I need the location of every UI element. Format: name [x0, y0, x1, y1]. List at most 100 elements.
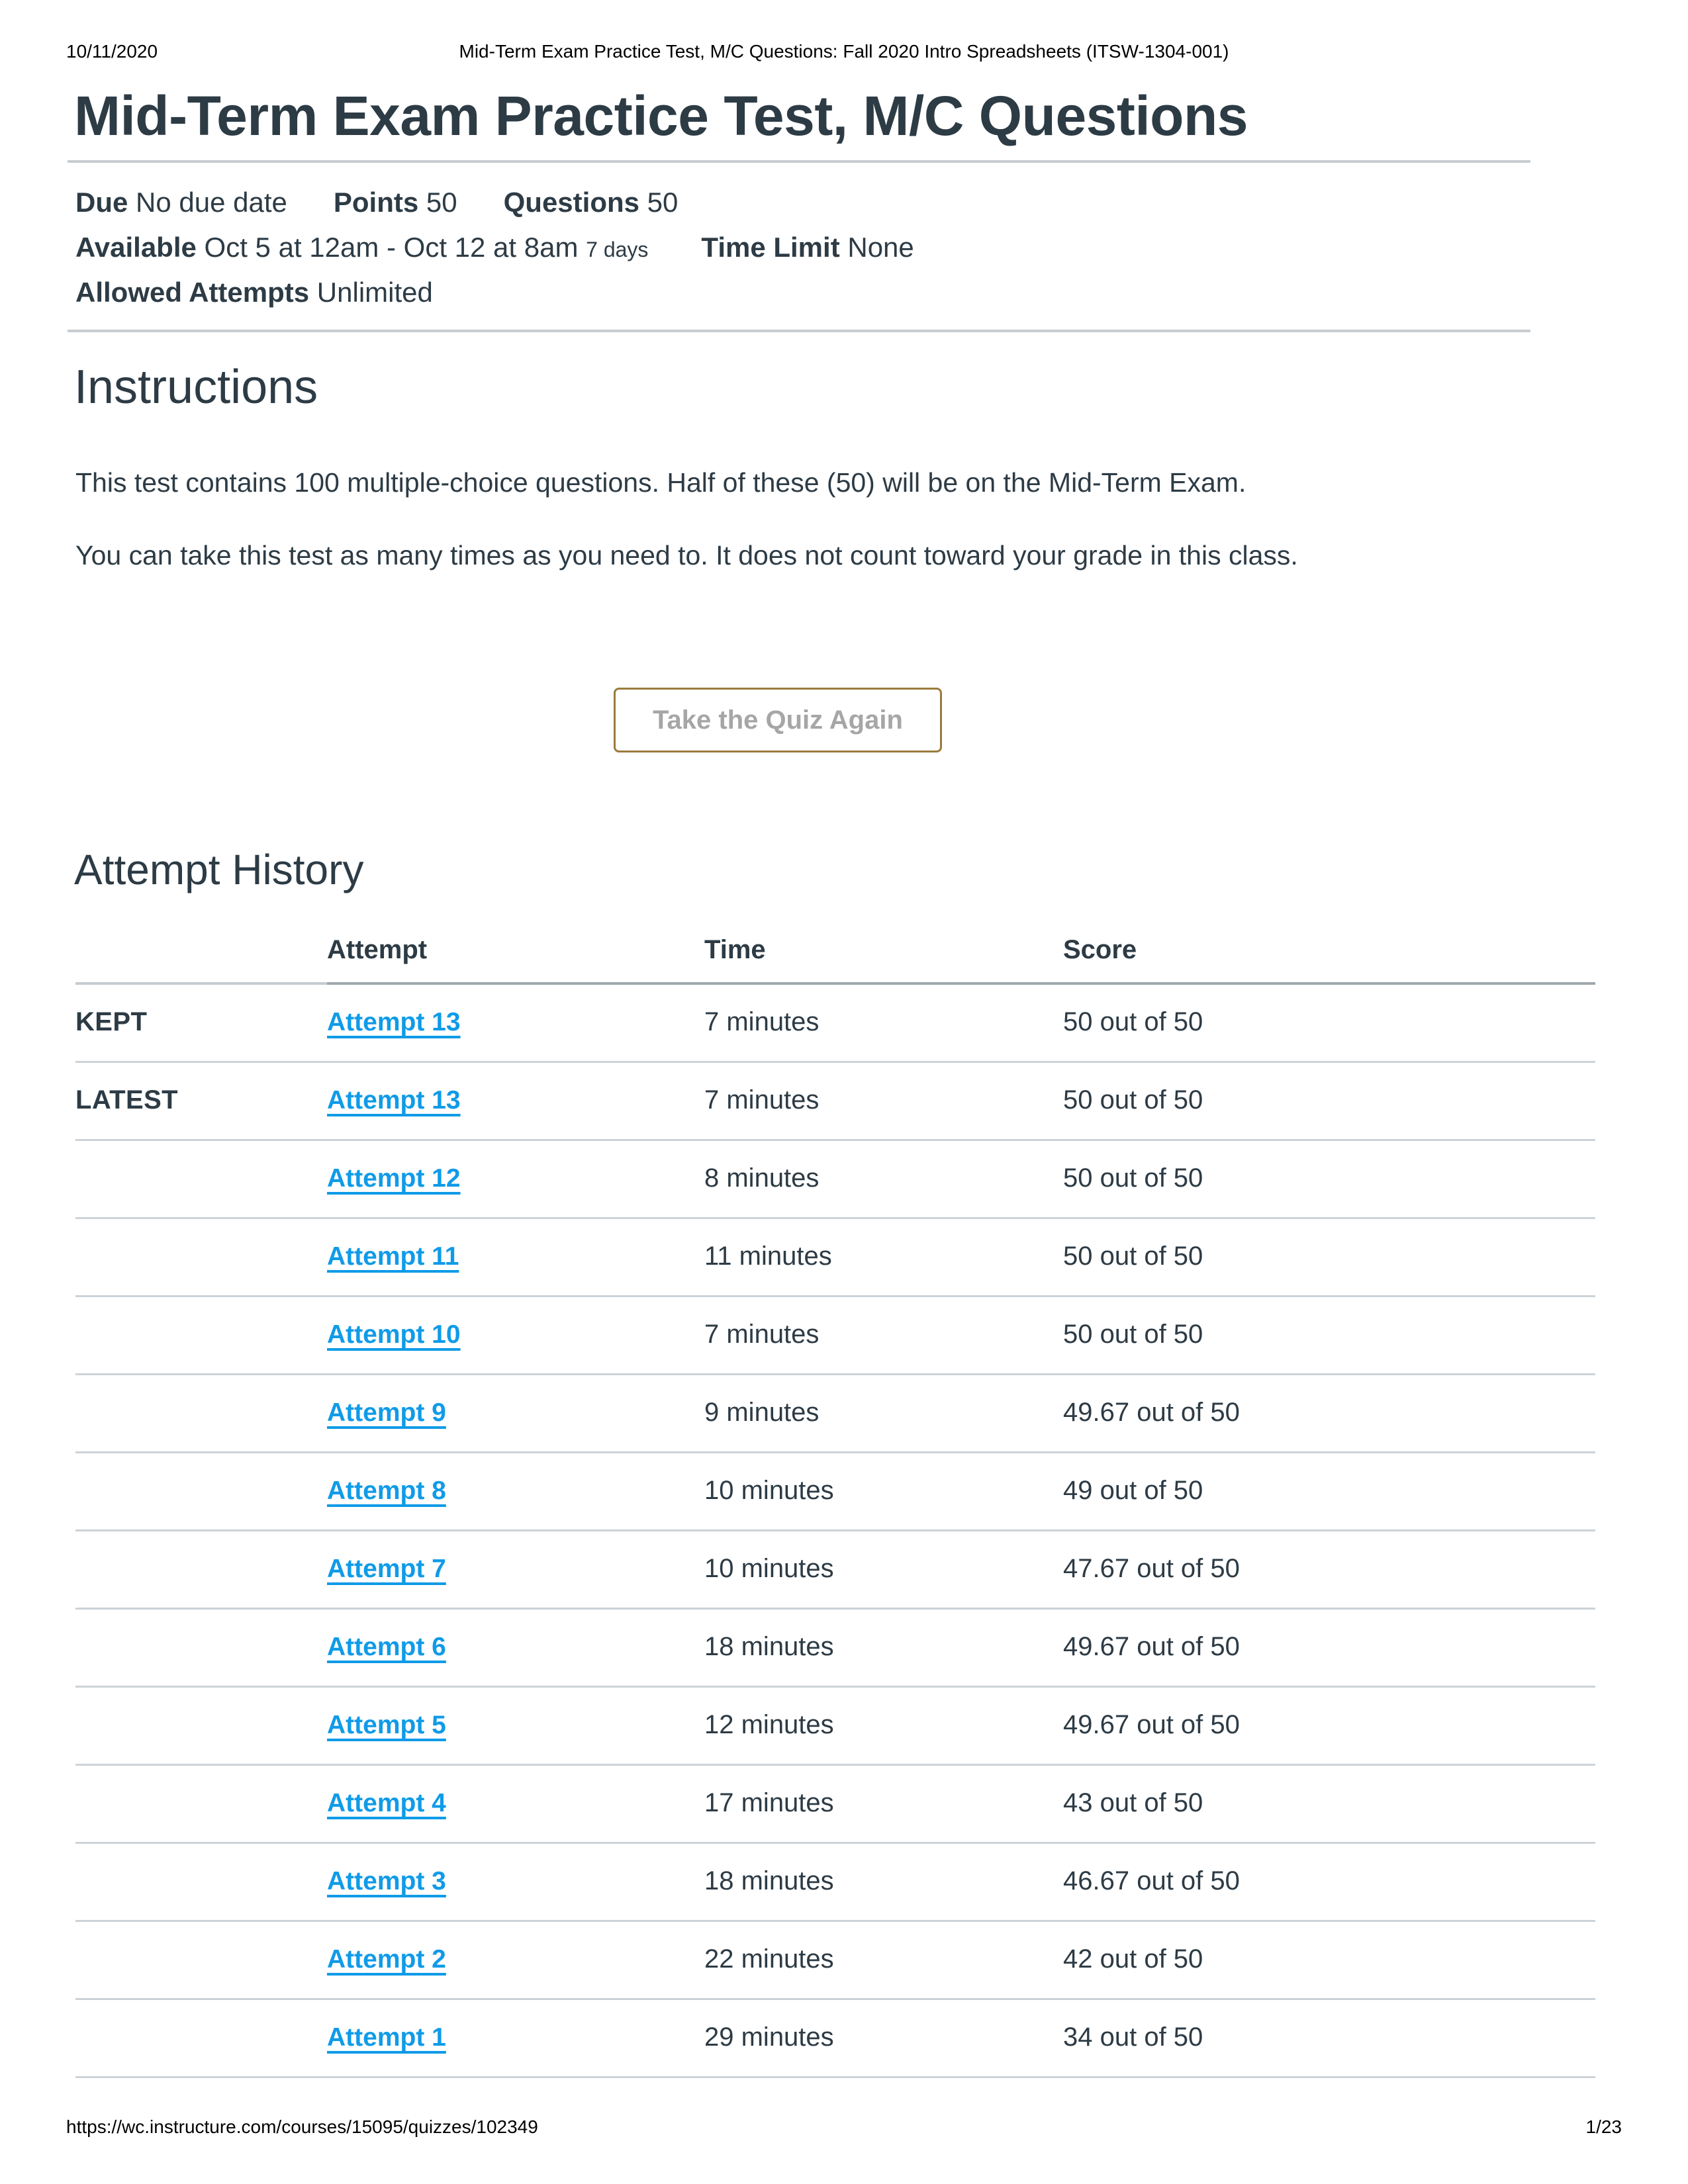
table-row: Attempt 5 12 minutes 49.67 out of 50 [75, 1686, 1595, 1766]
attempt-link[interactable]: Attempt 1 [327, 2023, 446, 2052]
instructions-paragraph-1: This test contains 100 multiple-choice q… [75, 467, 1246, 498]
column-header-label [75, 935, 327, 985]
attempt-score: 34 out of 50 [1063, 1999, 1595, 2079]
attempt-link[interactable]: Attempt 8 [327, 1477, 446, 1505]
attempt-link[interactable]: Attempt 5 [327, 1711, 446, 1739]
attempt-link[interactable]: Attempt 6 [327, 1633, 446, 1661]
attempt-score: 50 out of 50 [1063, 1296, 1595, 1376]
attempt-time: 11 minutes [704, 1218, 1063, 1298]
attempt-link[interactable]: Attempt 9 [327, 1398, 446, 1427]
attempt-score: 49 out of 50 [1063, 1452, 1595, 1532]
footer-url: https://wc.instructure.com/courses/15095… [66, 2116, 538, 2137]
column-header-score: Score [1063, 935, 1595, 985]
time-limit-value: None [847, 232, 914, 263]
attempt-link[interactable]: Attempt 7 [327, 1555, 446, 1583]
attempt-status-label [75, 1218, 327, 1298]
attempt-time: 8 minutes [704, 1140, 1063, 1220]
footer-page-number: 1/23 [1585, 2116, 1622, 2137]
attempt-score: 49.67 out of 50 [1063, 1686, 1595, 1766]
attempt-cell: Attempt 8 [327, 1452, 704, 1532]
attempt-status-label [75, 1921, 327, 2001]
attempt-cell: Attempt 1 [327, 1999, 704, 2079]
time-limit-label: Time Limit [701, 232, 840, 263]
attempt-time: 22 minutes [704, 1921, 1063, 2001]
attempt-cell: Attempt 7 [327, 1530, 704, 1610]
table-row: Attempt 2 22 minutes 42 out of 50 [75, 1921, 1595, 2001]
points-value: 50 [426, 187, 457, 218]
table-header-row: Attempt Time Score [75, 935, 1595, 985]
table-row: Attempt 8 10 minutes 49 out of 50 [75, 1452, 1595, 1532]
attempt-time: 7 minutes [704, 1296, 1063, 1376]
attempt-link[interactable]: Attempt 3 [327, 1867, 446, 1895]
attempt-score: 49.67 out of 50 [1063, 1374, 1595, 1454]
attempt-cell: Attempt 12 [327, 1140, 704, 1220]
meta-row-available: Available Oct 5 at 12am - Oct 12 at 8am … [75, 225, 1595, 270]
due-value: No due date [136, 187, 287, 218]
table-row: Attempt 11 11 minutes 50 out of 50 [75, 1218, 1595, 1298]
attempt-history-table: Attempt Time Score KEPT Attempt 13 7 minu… [75, 935, 1595, 2079]
print-footer: https://wc.instructure.com/courses/15095… [66, 2116, 1622, 2138]
page-title: Mid-Term Exam Practice Test, M/C Questio… [74, 85, 1248, 147]
table-row: Attempt 6 18 minutes 49.67 out of 50 [75, 1608, 1595, 1688]
table-row: Attempt 7 10 minutes 47.67 out of 50 [75, 1530, 1595, 1610]
column-header-attempt: Attempt [327, 935, 704, 985]
available-duration: 7 days [586, 238, 649, 262]
attempt-status-label: KEPT [75, 983, 327, 1064]
table-row: Attempt 12 8 minutes 50 out of 50 [75, 1140, 1595, 1220]
attempt-link[interactable]: Attempt 11 [327, 1242, 459, 1271]
attempt-cell: Attempt 13 [327, 983, 704, 1064]
attempt-time: 18 minutes [704, 1608, 1063, 1688]
attempt-cell: Attempt 9 [327, 1374, 704, 1454]
take-quiz-again-button[interactable]: Take the Quiz Again [614, 688, 942, 753]
available-value: Oct 5 at 12am - Oct 12 at 8am [204, 232, 579, 263]
attempt-cell: Attempt 5 [327, 1686, 704, 1766]
table-row: Attempt 4 17 minutes 43 out of 50 [75, 1764, 1595, 1844]
attempt-score: 46.67 out of 50 [1063, 1843, 1595, 1923]
table-row: LATEST Attempt 13 7 minutes 50 out of 50 [75, 1062, 1595, 1142]
attempt-link[interactable]: Attempt 12 [327, 1164, 461, 1193]
attempt-history-head: Attempt Time Score [75, 935, 1595, 985]
instructions-paragraph-2: You can take this test as many times as … [75, 539, 1298, 570]
attempt-score: 50 out of 50 [1063, 1140, 1595, 1220]
attempt-cell: Attempt 6 [327, 1608, 704, 1688]
table-row: Attempt 1 29 minutes 34 out of 50 [75, 1999, 1595, 2079]
due-label: Due [75, 187, 128, 218]
attempt-time: 29 minutes [704, 1999, 1063, 2079]
attempt-status-label [75, 1843, 327, 1923]
attempt-score: 42 out of 50 [1063, 1921, 1595, 2001]
attempt-cell: Attempt 4 [327, 1764, 704, 1844]
attempt-status-label [75, 1764, 327, 1844]
attempt-link[interactable]: Attempt 13 [327, 1008, 461, 1036]
print-header-title: Mid-Term Exam Practice Test, M/C Questio… [459, 41, 1229, 62]
attempt-score: 47.67 out of 50 [1063, 1530, 1595, 1610]
attempt-link[interactable]: Attempt 10 [327, 1320, 461, 1349]
attempt-time: 18 minutes [704, 1843, 1063, 1923]
attempt-link[interactable]: Attempt 4 [327, 1789, 446, 1817]
attempt-time: 9 minutes [704, 1374, 1063, 1454]
attempt-link[interactable]: Attempt 2 [327, 1945, 446, 1974]
points-label: Points [333, 187, 419, 218]
attempt-time: 10 minutes [704, 1452, 1063, 1532]
attempt-history-heading: Attempt History [74, 846, 364, 894]
attempt-cell: Attempt 13 [327, 1062, 704, 1142]
table-row: KEPT Attempt 13 7 minutes 50 out of 50 [75, 983, 1595, 1064]
attempt-status-label [75, 1608, 327, 1688]
attempt-status-label [75, 1452, 327, 1532]
allowed-attempts-label: Allowed Attempts [75, 277, 310, 308]
attempt-status-label [75, 1374, 327, 1454]
attempt-status-label [75, 1140, 327, 1220]
meta-row-attempts: Allowed Attempts Unlimited [75, 270, 1595, 315]
table-row: Attempt 3 18 minutes 46.67 out of 50 [75, 1843, 1595, 1923]
meta-row-due: Due No due date Points 50 Questions 50 [75, 180, 1595, 225]
questions-value: 50 [647, 187, 679, 218]
attempt-score: 49.67 out of 50 [1063, 1608, 1595, 1688]
attempt-cell: Attempt 3 [327, 1843, 704, 1923]
printed-quiz-page: 10/11/2020 Mid-Term Exam Practice Test, … [0, 0, 1688, 2184]
attempt-status-label [75, 1999, 327, 2079]
print-date: 10/11/2020 [66, 41, 158, 62]
table-row: Attempt 10 7 minutes 50 out of 50 [75, 1296, 1595, 1376]
attempt-link[interactable]: Attempt 13 [327, 1086, 461, 1115]
attempt-status-label [75, 1296, 327, 1376]
attempt-status-label [75, 1686, 327, 1766]
attempt-time: 12 minutes [704, 1686, 1063, 1766]
